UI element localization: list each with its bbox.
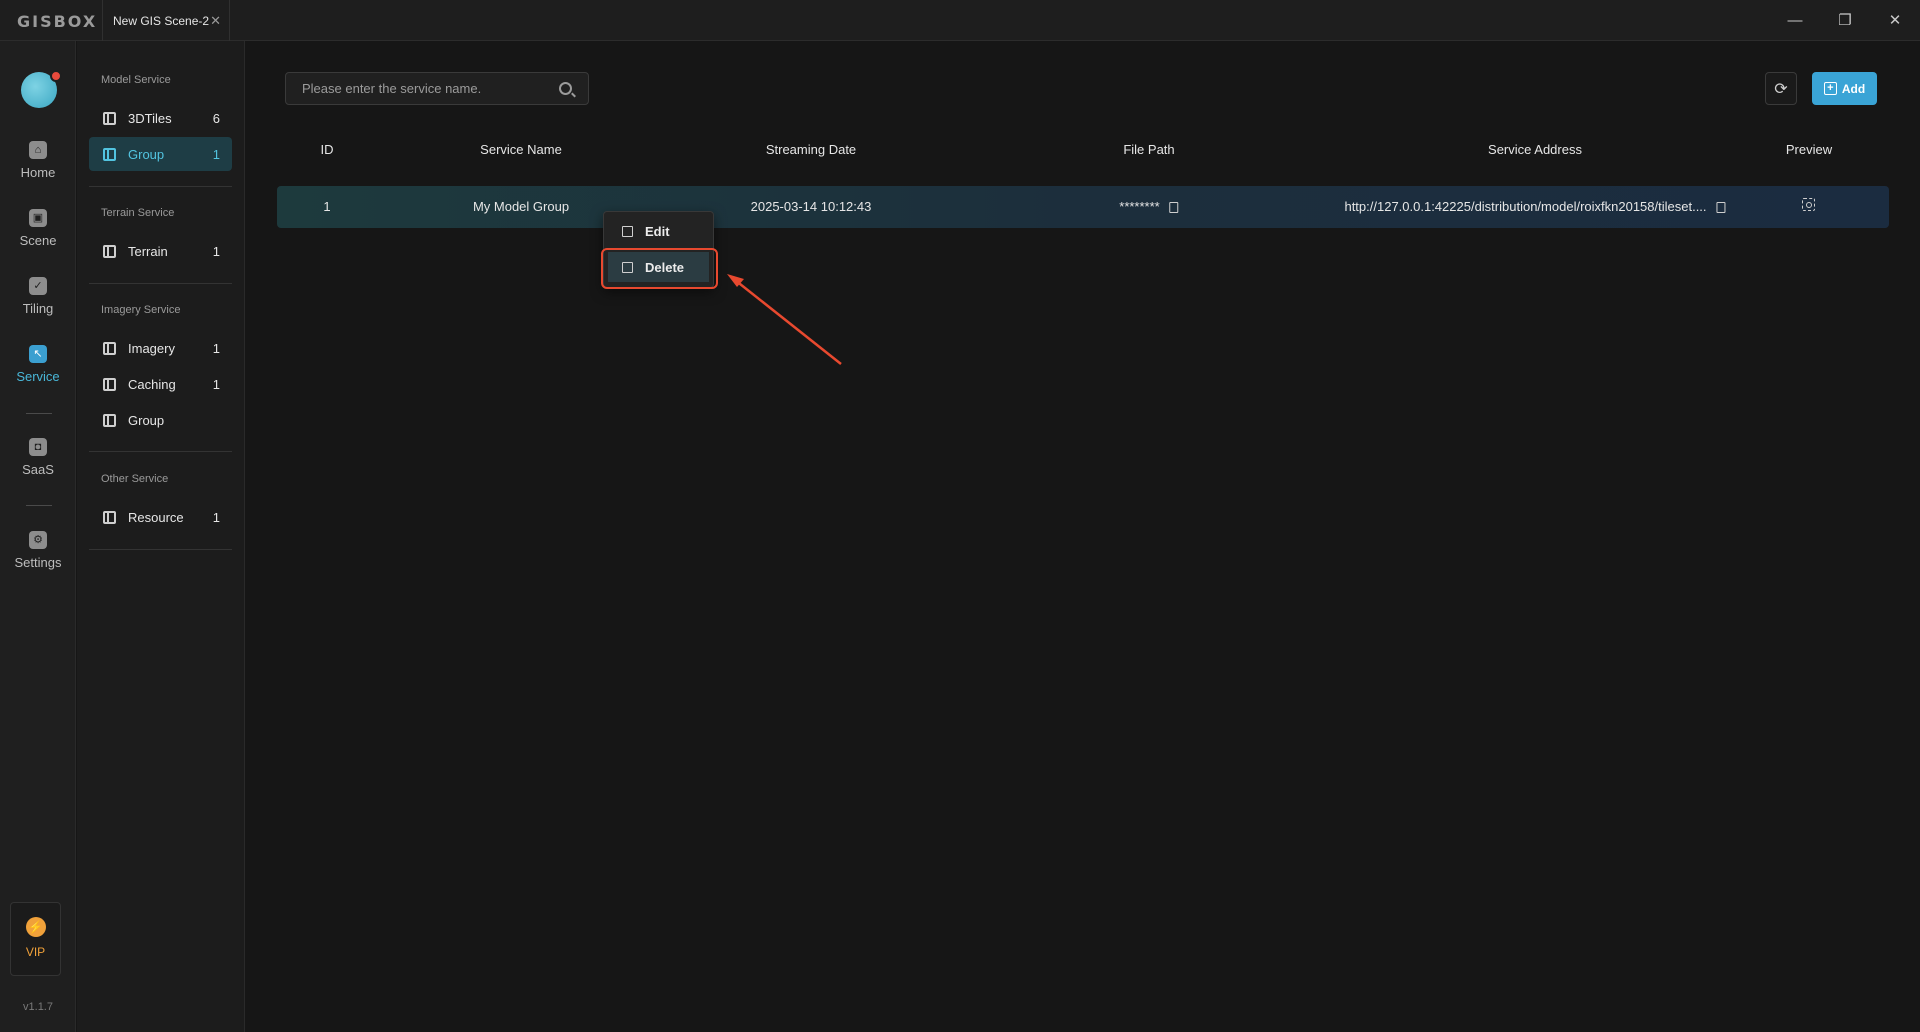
arrow-shaft: [734, 279, 842, 365]
annotation-arrow: [727, 274, 842, 365]
